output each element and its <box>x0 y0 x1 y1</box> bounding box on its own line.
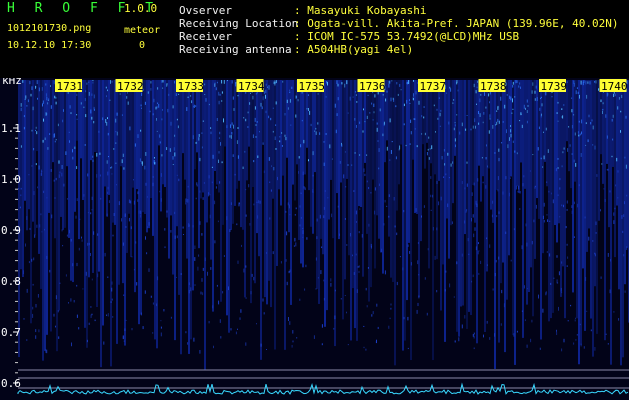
header-panel: H R O F F T 1.0.0 1012101730.png meteor … <box>0 0 629 78</box>
date-time: 10.12.10 17:30 <box>7 40 92 51</box>
info-key: Ovserver <box>179 4 232 17</box>
time-tick-label: 1734 <box>238 80 265 93</box>
info-key: Receiving Location <box>179 17 299 30</box>
y-tick-label: 1.0 <box>1 173 21 186</box>
info-row-receiver: Receiver : ICOM IC-575 53.7492(@LCD)MHz U… <box>179 30 619 43</box>
info-value: : Ogata-vill. Akita-Pref. JAPAN (139.96E… <box>294 17 619 30</box>
y-axis-label: kHz <box>2 78 22 87</box>
y-tick-label: 0.8 <box>1 275 21 288</box>
info-row-antenna: Receiving antenna: A504HB(yagi 4el) <box>179 43 619 56</box>
station-info-table: Ovserver : Masayuki Kobayashi Receiving L… <box>179 4 619 56</box>
info-key: Receiving antenna <box>179 43 292 56</box>
time-tick-label: 1733 <box>178 80 205 93</box>
y-tick-label: 0.6 <box>1 377 21 390</box>
spectrogram: kHz 1.1 1.0 0.9 0.8 0.7 0.6 1731 1732 1733 1734 1… <box>0 78 629 400</box>
time-tick-label: 1739 <box>541 80 568 93</box>
info-value: : ICOM IC-575 53.7492(@LCD)MHz USB <box>294 30 520 43</box>
time-tick-label: 1732 <box>117 80 144 93</box>
file-name: 1012101730.png <box>7 23 92 34</box>
time-tick-label: 1735 <box>299 80 326 93</box>
y-tick-label: 1.1 <box>1 122 21 135</box>
meteor-count: 0 <box>139 40 146 51</box>
time-tick-label: 1738 <box>480 80 507 93</box>
info-key: Receiver <box>179 30 232 43</box>
time-tick-label: 1731 <box>57 80 84 93</box>
y-tick-label: 0.7 <box>1 326 21 339</box>
app-version: 1.0.0 <box>124 2 158 15</box>
time-tick-label: 1736 <box>359 80 386 93</box>
meteor-label: meteor <box>124 25 161 36</box>
info-row-location: Receiving Location: Ogata-vill. Akita-Pr… <box>179 17 619 30</box>
spectrogram-noise <box>0 78 629 400</box>
time-tick-label: 1737 <box>420 80 447 93</box>
info-row-observer: Ovserver : Masayuki Kobayashi <box>179 4 619 17</box>
y-tick-label: 0.9 <box>1 224 21 237</box>
time-tick-label: 1740 <box>601 80 628 93</box>
info-value: : A504HB(yagi 4el) <box>294 43 414 56</box>
info-value: : Masayuki Kobayashi <box>294 4 427 17</box>
